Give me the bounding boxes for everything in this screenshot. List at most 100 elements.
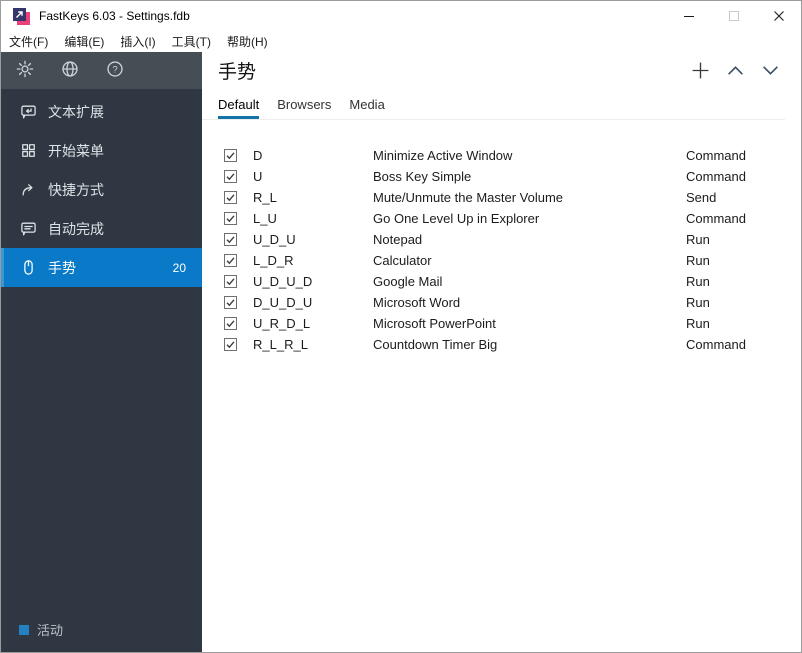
maximize-button[interactable] [711,1,756,31]
menu-item-insert[interactable]: 插入(I) [112,33,163,50]
grid-icon [19,142,37,160]
action-name: Minimize Active Window [373,148,513,163]
title-bar: FastKeys 6.03 - Settings.fdb [1,1,801,31]
tab-divider [202,119,785,120]
minimize-icon [683,9,694,24]
settings-button[interactable] [14,60,36,82]
mouse-icon [19,259,37,277]
tab-media[interactable]: Media [349,97,384,119]
gesture-pattern: R_L_R_L [253,337,308,352]
action-type: Command [686,211,746,226]
row-checkbox[interactable] [224,212,237,225]
active-indicator-icon [19,624,29,635]
help-button[interactable]: ? [104,60,126,82]
app-logo-arrow-icon [13,7,26,21]
page-title: 手势 [218,61,257,83]
action-name: Boss Key Simple [373,169,472,184]
sidebar-toolbar: ? [1,52,202,89]
gesture-row[interactable]: L_U Go One Level Up in Explorer Command [202,208,801,229]
action-name: Mute/Unmute the Master Volume [373,190,564,205]
sidebar-item-autocomplete[interactable]: 自动完成 [1,209,202,248]
app-logo-icon [13,7,30,25]
app-window: FastKeys 6.03 - Settings.fdb 文件(F) 编辑(E) 插… [0,0,802,653]
sidebar-item-shortcuts[interactable]: 快捷方式 [1,170,202,209]
speech-bubble-arrow-icon [19,103,37,121]
menu-item-help[interactable]: 帮助(H) [219,33,276,50]
main-panel: 手势 Default Browsers Media D Minimize Active… [202,52,801,652]
share-arrow-icon [19,181,37,199]
row-checkbox[interactable] [224,149,237,162]
gesture-pattern: R_L [253,190,277,205]
action-type: Command [686,169,746,184]
gesture-list: D Minimize Active Window Command U Boss Key … [202,145,801,355]
tab-default[interactable]: Default [218,97,260,119]
menu-item-edit[interactable]: 编辑(E) [56,33,112,50]
gesture-row[interactable]: D_U_D_U Microsoft Word Run [202,292,801,313]
row-checkbox[interactable] [224,233,237,246]
gesture-row[interactable]: R_L_R_L Countdown Timer Big Command [202,334,801,355]
gesture-row[interactable]: D Minimize Active Window Command [202,145,801,166]
gear-icon [16,60,34,81]
sidebar-item-label: 快捷方式 [48,181,104,198]
chevron-down-icon [761,63,780,81]
tab-browsers[interactable]: Browsers [277,97,331,119]
minimize-button[interactable] [666,1,711,31]
count-badge: 20 [172,260,186,275]
sidebar-item-label: 手势 [48,259,76,276]
speech-bubble-lines-icon [19,220,37,238]
move-down-button[interactable] [760,62,781,82]
gesture-pattern: L_D_R [253,253,294,268]
row-checkbox[interactable] [224,338,237,351]
globe-icon [61,60,79,81]
action-type: Run [686,274,710,289]
action-name: Go One Level Up in Explorer [373,211,540,226]
active-status-label: 活动 [37,623,64,638]
close-button[interactable] [756,1,801,31]
gesture-row[interactable]: U Boss Key Simple Command [202,166,801,187]
row-checkbox[interactable] [224,254,237,267]
gesture-row[interactable]: U_D_U_D Google Mail Run [202,271,801,292]
menu-item-file[interactable]: 文件(F) [1,33,56,50]
window-title: FastKeys 6.03 - Settings.fdb [39,9,190,23]
maximize-icon [728,9,739,24]
menu-item-tools[interactable]: 工具(T) [164,33,219,50]
row-checkbox[interactable] [224,317,237,330]
window-body: ? 文本扩展 开始菜单 快捷方式 自动完成 手势 20 活动 手势 Default Brow… [1,52,801,652]
gesture-row[interactable]: U_D_U Notepad Run [202,229,801,250]
sidebar-item-label: 自动完成 [48,220,104,237]
move-up-button[interactable] [725,62,746,82]
add-button[interactable] [690,60,711,84]
gesture-pattern: U_D_U_D [253,274,313,289]
row-checkbox[interactable] [224,191,237,204]
action-name: Countdown Timer Big [373,337,498,352]
gesture-row[interactable]: R_L Mute/Unmute the Master Volume Send [202,187,801,208]
gesture-pattern: L_U [253,211,277,226]
svg-text:?: ? [112,64,117,75]
sidebar-item-start-menu[interactable]: 开始菜单 [1,131,202,170]
tab-bar: Default Browsers Media [202,97,801,119]
menu-bar: 文件(F) 编辑(E) 插入(I) 工具(T) 帮助(H) [1,31,801,52]
help-icon: ? [106,60,124,81]
action-type: Run [686,295,710,310]
gesture-row[interactable]: U_R_D_L Microsoft PowerPoint Run [202,313,801,334]
sidebar: ? 文本扩展开始菜单快捷方式自动完成手势 20 活动 [1,52,202,652]
main-header: 手势 [202,52,801,84]
language-button[interactable] [59,60,81,82]
gesture-pattern: U_R_D_L [253,316,311,331]
gesture-row[interactable]: L_D_R Calculator Run [202,250,801,271]
sidebar-item-label: 文本扩展 [48,103,104,120]
sidebar-item-text-expansion[interactable]: 文本扩展 [1,92,202,131]
sidebar-item-gestures[interactable]: 手势 20 [1,248,202,287]
gesture-pattern: U [253,169,263,184]
status-footer: 活动 [1,620,202,652]
action-name: Google Mail [373,274,443,289]
sidebar-item-label: 开始菜单 [48,142,104,159]
row-checkbox[interactable] [224,296,237,309]
row-checkbox[interactable] [224,170,237,183]
chevron-up-icon [726,63,745,81]
row-checkbox[interactable] [224,275,237,288]
action-name: Microsoft Word [373,295,461,310]
action-type: Command [686,148,746,163]
action-name: Notepad [373,232,423,247]
gesture-pattern: D_U_D_U [253,295,313,310]
